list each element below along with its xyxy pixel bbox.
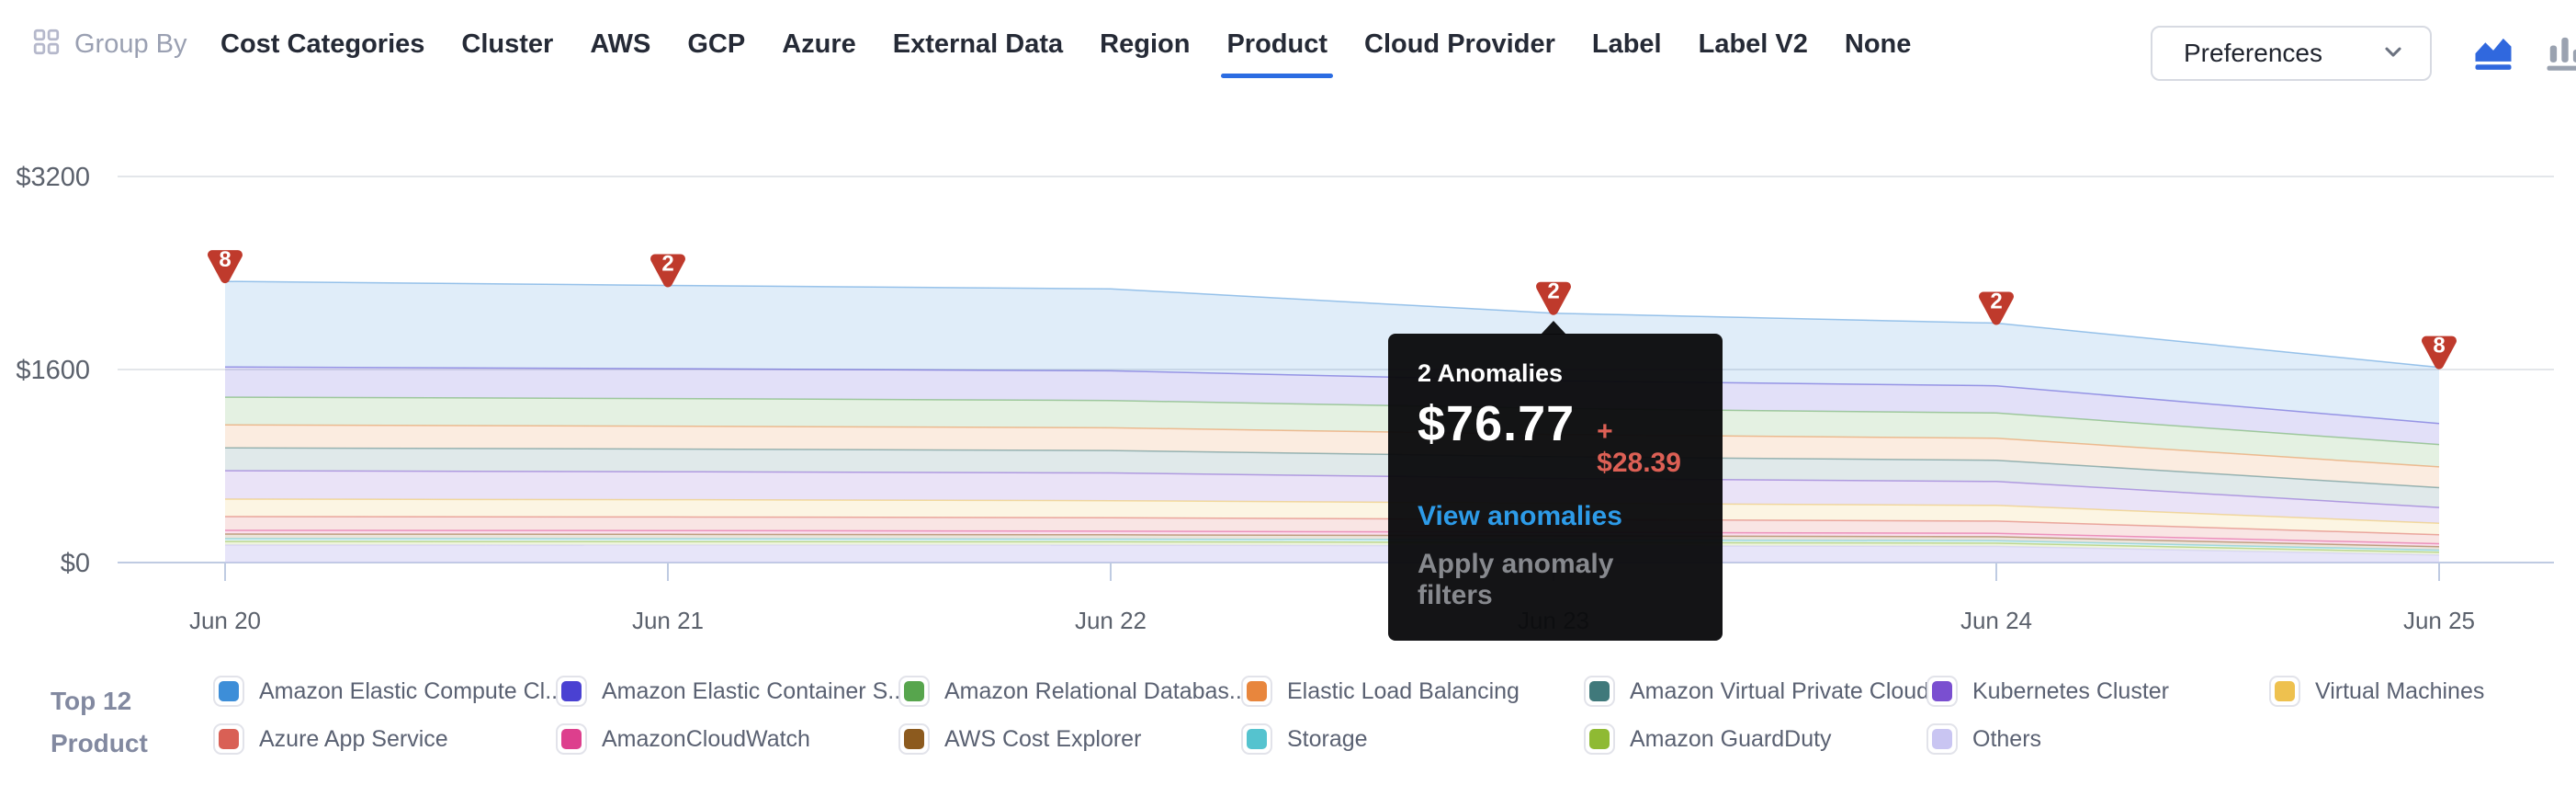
legend-item-amazon-elastic-container-service[interactable]: Amazon Elastic Container S... xyxy=(556,673,898,710)
anomaly-tooltip: 2 Anomalies $76.77 + $28.39 View anomali… xyxy=(1388,334,1723,641)
y-axis-label: $0 xyxy=(61,549,90,578)
legend-label: Virtual Machines xyxy=(2315,678,2484,705)
legend-swatch xyxy=(1241,676,1272,707)
tab-cloud-provider[interactable]: Cloud Provider xyxy=(1364,29,1555,60)
legend-swatch xyxy=(1926,723,1958,755)
legend-item-amazon-elastic-compute-cloud[interactable]: Amazon Elastic Compute Cl... xyxy=(213,673,556,710)
tab-external-data[interactable]: External Data xyxy=(893,29,1063,60)
tab-cluster[interactable]: Cluster xyxy=(461,29,553,60)
legend-swatch xyxy=(213,723,244,755)
group-by-label: Group By xyxy=(74,29,187,60)
legend-label: Amazon Virtual Private Cloud xyxy=(1630,678,1929,705)
apply-anomaly-filters-link[interactable]: Apply anomaly filters xyxy=(1418,549,1695,611)
legend-swatch xyxy=(898,676,930,707)
tooltip-value-row: $76.77 + $28.39 xyxy=(1418,395,1695,479)
legend-swatch xyxy=(1584,723,1615,755)
x-axis-label: Jun 21 xyxy=(632,607,704,634)
legend-item-kubernetes-cluster[interactable]: Kubernetes Cluster xyxy=(1926,673,2269,710)
legend-item-azure-app-service[interactable]: Azure App Service xyxy=(213,721,556,757)
x-axis-label: Jun 22 xyxy=(1075,607,1147,634)
legend-label: Elastic Load Balancing xyxy=(1287,678,1520,705)
legend-swatch xyxy=(1584,676,1615,707)
tooltip-cost-delta: + $28.39 xyxy=(1597,416,1695,479)
legend-label: Storage xyxy=(1287,726,1368,753)
legend-item-elastic-load-balancing[interactable]: Elastic Load Balancing xyxy=(1241,673,1584,710)
x-axis-label: Jun 24 xyxy=(1960,607,2032,634)
preferences-label: Preferences xyxy=(2184,39,2322,68)
legend-item-amazon-virtual-private-cloud[interactable]: Amazon Virtual Private Cloud xyxy=(1584,673,1926,710)
tab-label-v2[interactable]: Label V2 xyxy=(1699,29,1808,60)
legend-title-line1: Top 12 xyxy=(51,680,148,722)
anomaly-count: 8 xyxy=(2433,334,2445,358)
legend-label: AWS Cost Explorer xyxy=(944,726,1141,753)
group-by-tabs: Cost Categories Cluster AWS GCP Azure Ex… xyxy=(220,0,1911,88)
tab-cost-categories[interactable]: Cost Categories xyxy=(220,29,424,60)
legend-label: Amazon GuardDuty xyxy=(1630,726,1832,753)
anomaly-marker[interactable]: 2 xyxy=(655,252,681,283)
group-by-control: Group By xyxy=(32,0,187,88)
legend-swatch xyxy=(556,676,587,707)
anomaly-marker[interactable]: 8 xyxy=(2426,334,2452,365)
legend-swatch xyxy=(556,723,587,755)
anomaly-count: 2 xyxy=(661,252,673,277)
legend-item-amazon-relational-database[interactable]: Amazon Relational Databas... xyxy=(898,673,1241,710)
tab-aws[interactable]: AWS xyxy=(590,29,650,60)
view-anomalies-link[interactable]: View anomalies xyxy=(1418,501,1695,532)
anomaly-marker[interactable]: 2 xyxy=(1541,279,1566,311)
legend-title-line2: Product xyxy=(51,722,148,765)
legend-swatch xyxy=(1926,676,1958,707)
preferences-dropdown[interactable]: Preferences xyxy=(2151,26,2432,81)
y-axis-label: $3200 xyxy=(16,163,90,192)
tooltip-cost-value: $76.77 xyxy=(1418,395,1575,452)
anomaly-marker[interactable]: 8 xyxy=(212,247,238,279)
anomaly-marker[interactable]: 2 xyxy=(1983,290,2009,321)
legend-item-amazoncloudwatch[interactable]: AmazonCloudWatch xyxy=(556,721,898,757)
tab-gcp[interactable]: GCP xyxy=(687,29,745,60)
x-axis-label: Jun 25 xyxy=(2403,607,2475,634)
legend-swatch xyxy=(898,723,930,755)
tab-label[interactable]: Label xyxy=(1592,29,1662,60)
legend-item-virtual-machines[interactable]: Virtual Machines xyxy=(2269,673,2576,710)
tab-product[interactable]: Product xyxy=(1226,29,1328,60)
tab-none[interactable]: None xyxy=(1845,29,1912,60)
legend-item-storage[interactable]: Storage xyxy=(1241,721,1584,757)
legend-item-others[interactable]: Others xyxy=(1926,721,2269,757)
anomaly-count: 2 xyxy=(1990,290,2002,314)
legend-item-amazon-guardduty[interactable]: Amazon GuardDuty xyxy=(1584,721,1926,757)
legend-swatch xyxy=(2269,676,2300,707)
y-axis-label: $1600 xyxy=(16,356,90,385)
legend-label: Others xyxy=(1972,726,2041,753)
anomaly-count: 2 xyxy=(1547,279,1559,304)
tab-azure[interactable]: Azure xyxy=(782,29,856,60)
legend-label: Amazon Relational Databas... xyxy=(944,678,1248,705)
legend-label: AmazonCloudWatch xyxy=(602,726,810,753)
x-axis-label: Jun 20 xyxy=(189,607,261,634)
top-navbar: Group By Cost Categories Cluster AWS GCP… xyxy=(0,0,2576,88)
area-chart-icon[interactable] xyxy=(2469,28,2517,75)
tab-region[interactable]: Region xyxy=(1100,29,1190,60)
legend-label: Amazon Elastic Container S... xyxy=(602,678,907,705)
chart-type-switcher xyxy=(2469,28,2576,75)
legend-swatch xyxy=(213,676,244,707)
legend-label: Kubernetes Cluster xyxy=(1972,678,2169,705)
chevron-down-icon xyxy=(2380,39,2406,69)
stacked-area-chart: $0$1600$3200Jun 20Jun 21Jun 22Jun 23Jun … xyxy=(0,0,2576,785)
grid-icon xyxy=(32,28,62,62)
legend-label: Amazon Elastic Compute Cl... xyxy=(259,678,564,705)
bar-chart-icon[interactable] xyxy=(2541,28,2576,75)
legend-swatch xyxy=(1241,723,1272,755)
anomaly-count: 8 xyxy=(219,247,231,272)
tooltip-anomaly-count: 2 Anomalies xyxy=(1418,359,1695,388)
legend-label: Azure App Service xyxy=(259,726,448,753)
chart-legend: Amazon Elastic Compute Cl...Amazon Elast… xyxy=(213,673,2576,757)
legend-title: Top 12 Product xyxy=(51,680,148,765)
legend-item-aws-cost-explorer[interactable]: AWS Cost Explorer xyxy=(898,721,1241,757)
